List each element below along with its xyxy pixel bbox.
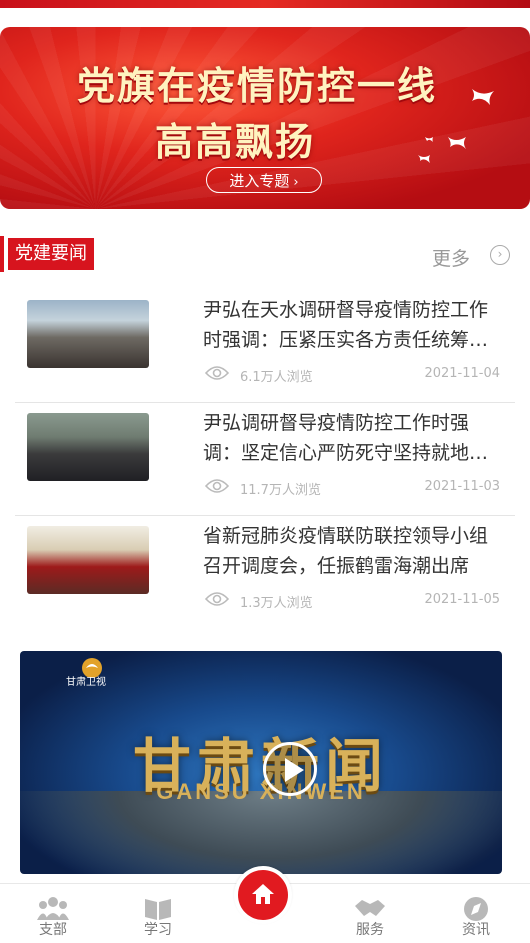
eye-icon (205, 479, 229, 493)
eye-icon (205, 366, 229, 380)
news-thumbnail (27, 300, 149, 368)
tab-label: 支部 (39, 922, 67, 938)
news-views: 6.1万人浏览 (240, 370, 313, 385)
enter-topic-button[interactable]: 进入专题 › (206, 167, 322, 193)
news-item[interactable]: 尹弘调研督导疫情防控工作时强调：坚定信心严防死守坚持就地就近全力以赴打赢疫情防控… (0, 403, 530, 516)
tab-label: 学习 (144, 922, 172, 938)
news-title: 尹弘在天水调研督导疫情防控工作时强调：压紧压实各方责任统筹推进疫情防控和经济社会… (203, 299, 489, 351)
tab-service[interactable]: 服务 (330, 884, 410, 943)
channel-logo: 甘肃卫视 (66, 658, 106, 687)
chevron-right-icon: › (293, 175, 299, 190)
tab-label: 服务 (356, 922, 384, 938)
news-date: 2021-11-04 (424, 366, 500, 381)
eye-icon (205, 592, 229, 606)
news-item[interactable]: 省新冠肺炎疫情联防联控领导小组召开调度会，任振鹤雷海潮出席 1.3万人浏览 20… (0, 516, 530, 629)
news-date: 2021-11-03 (424, 479, 500, 494)
tab-study[interactable]: 学习 (118, 884, 198, 943)
feature-banner[interactable]: 党旗在疫情防控一线 高高飘扬 进入专题 › (0, 27, 530, 209)
news-views: 1.3万人浏览 (240, 596, 313, 611)
top-banner-edge (0, 0, 530, 8)
tab-label: 资讯 (462, 922, 490, 938)
more-arrow-icon[interactable]: › (490, 245, 510, 265)
tab-branch[interactable]: 支部 (13, 884, 93, 943)
home-button[interactable] (234, 866, 292, 924)
play-icon[interactable] (263, 742, 317, 796)
video-subtitle: GANSU XINWEN (156, 779, 366, 804)
tab-news[interactable]: 资讯 (436, 884, 516, 943)
news-date: 2021-11-05 (424, 592, 500, 607)
news-title: 省新冠肺炎疫情联防联控领导小组召开调度会，任振鹤雷海潮出席 (203, 525, 489, 577)
news-thumbnail (27, 526, 149, 594)
more-link[interactable]: 更多 (432, 244, 470, 271)
home-button-fill (238, 870, 288, 920)
section-header: 党建要闻 更多 › (0, 236, 530, 272)
news-title: 尹弘调研督导疫情防控工作时强调：坚定信心严防死守坚持就地就近全力以赴打赢疫情防控… (203, 412, 489, 464)
news-views: 11.7万人浏览 (240, 483, 321, 498)
channel-logo-text: 甘肃卫视 (66, 675, 106, 687)
enter-topic-label: 进入专题 (229, 172, 290, 190)
doves-icon (418, 89, 494, 163)
section-title: 党建要闻 (8, 238, 94, 270)
news-item[interactable]: 尹弘在天水调研督导疫情防控工作时强调：压紧压实各方责任统筹推进疫情防控和经济社会… (0, 290, 530, 403)
news-thumbnail (27, 413, 149, 481)
section-accent-bar (0, 236, 4, 272)
home-icon (252, 884, 274, 904)
video-player[interactable]: 甘肃卫视 甘肃新闻 GANSU XINWEN (20, 651, 502, 874)
